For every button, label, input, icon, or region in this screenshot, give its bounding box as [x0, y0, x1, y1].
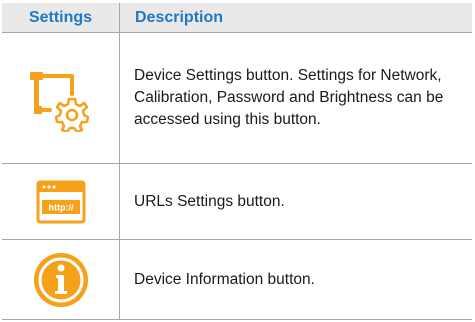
header-description: Description	[119, 3, 472, 33]
device-settings-icon	[29, 72, 89, 132]
icon-cell	[2, 32, 120, 164]
url-icon-label: http://	[48, 202, 73, 212]
urls-settings-icon: http://	[36, 180, 85, 223]
icon-cell	[2, 239, 120, 320]
table-row: Device Settings button. Settings for Net…	[2, 32, 472, 164]
settings-table: Settings Description Device Settings but…	[2, 3, 472, 320]
description-cell: URLs Settings button.	[119, 163, 472, 240]
icon-cell: http://	[2, 163, 120, 240]
header-row: Settings Description	[2, 3, 472, 33]
info-icon	[33, 252, 88, 307]
header-settings: Settings	[2, 3, 120, 33]
table-row: http:// URLs Settings button.	[2, 163, 472, 240]
description-cell: Device Information button.	[119, 239, 472, 320]
description-cell: Device Settings button. Settings for Net…	[119, 32, 472, 164]
table-row: Device Information button.	[2, 239, 472, 320]
